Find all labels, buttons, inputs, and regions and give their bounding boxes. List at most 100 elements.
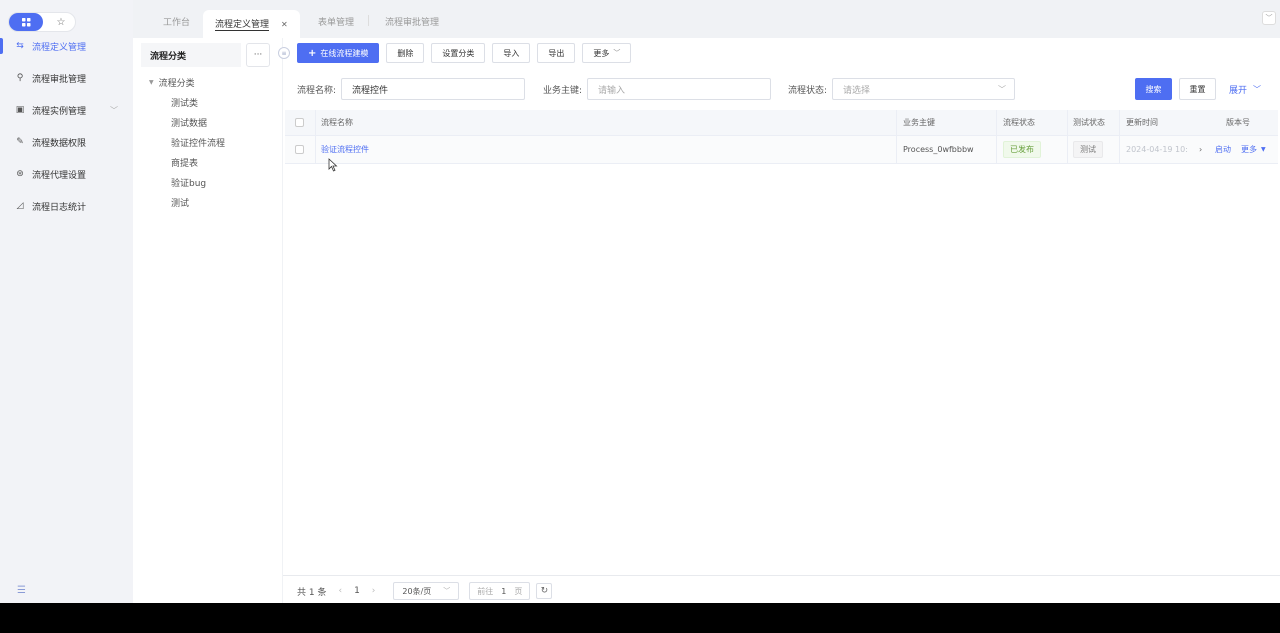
column-header: 流程名称 <box>321 118 353 127</box>
tab-label: 表单管理 <box>318 17 355 28</box>
expand-filters-button[interactable]: 展开 ﹀ <box>1229 78 1261 100</box>
search-button[interactable]: 搜索 <box>1135 78 1172 100</box>
nav-item-log-statistics[interactable]: ◿ 流程日志统计 <box>0 196 133 216</box>
select-all-checkbox[interactable] <box>295 110 304 135</box>
nav-item-data-permission[interactable]: ✎ 流程数据权限 <box>0 132 133 152</box>
chart-icon: ◿ <box>16 201 24 211</box>
nav-item-label: 流程实例管理 <box>32 106 87 117</box>
goto-page-input[interactable]: 1 <box>501 587 506 596</box>
test-status-badge: 测试 <box>1073 136 1103 163</box>
goto-page[interactable]: 前往 1 页 <box>469 582 531 600</box>
tab-process-definition[interactable]: 流程定义管理 ✕ <box>203 10 300 38</box>
name-filter-input[interactable]: 流程控件 <box>341 78 526 100</box>
toolbar: + 在线流程建模 删除 设置分类 导入 导出 更多 ﹀ <box>297 43 632 63</box>
set-category-button[interactable]: 设置分类 <box>431 43 486 63</box>
tree-node[interactable]: 验证控件流程 <box>171 136 225 149</box>
tab-divider <box>368 15 369 26</box>
grid-icon[interactable] <box>9 13 43 31</box>
collapse-panel-icon[interactable]: ≡ <box>278 47 290 59</box>
chevron-right-icon[interactable]: › <box>372 586 376 596</box>
nav-item-process-definition[interactable]: ⇆ 流程定义管理 <box>0 36 133 56</box>
tab-form-management[interactable]: 表单管理 <box>318 10 354 32</box>
edit-icon: ✎ <box>16 137 24 147</box>
caret-down-icon: ▼ <box>1261 146 1266 153</box>
category-title: 流程分类 <box>141 43 241 67</box>
tree-node[interactable]: 测试 <box>171 196 189 209</box>
column-header: 测试状态 <box>1073 118 1105 127</box>
flow-icon: ⇆ <box>16 41 24 51</box>
refresh-icon[interactable]: ↻ <box>536 583 553 599</box>
import-button[interactable]: 导入 <box>492 43 531 63</box>
nav-item-process-instance[interactable]: ▣ 流程实例管理 ﹀ <box>0 100 133 120</box>
chevron-left-icon[interactable]: ‹ <box>338 586 342 596</box>
updated-time: 2024-04-19 10: <box>1126 145 1188 154</box>
caret-down-icon[interactable]: ▼ <box>149 79 154 86</box>
nav-mode-switch[interactable]: ☆ <box>8 12 76 32</box>
tree-node[interactable]: 验证bug <box>171 176 206 189</box>
column-header: 版本号 <box>1226 118 1250 127</box>
name-filter-label: 流程名称: <box>297 85 337 96</box>
button-label: 在线流程建模 <box>320 48 369 58</box>
delete-button[interactable]: 删除 <box>386 43 425 63</box>
tree-root[interactable]: ▼ 流程分类 <box>149 76 195 89</box>
nav-item-label: 流程数据权限 <box>32 138 87 149</box>
tab-label: 工作台 <box>163 17 191 28</box>
status-filter-label: 流程状态: <box>788 85 828 96</box>
star-icon[interactable]: ☆ <box>51 13 71 31</box>
nav-item-label: 流程审批管理 <box>32 74 87 85</box>
chevron-down-icon: ﹀ <box>613 49 621 57</box>
nav-item-process-approval[interactable]: ⚲ 流程审批管理 <box>0 68 133 88</box>
table-row: 验证流程控件 Process_0wfbbbw 已发布 测试 2024-04-19… <box>285 136 1278 164</box>
page-size-select[interactable]: 20条/页 ﹀ <box>393 582 460 600</box>
stamp-icon: ⚲ <box>16 73 24 83</box>
select-placeholder: 请选择 <box>843 85 871 96</box>
table-header: 流程名称 业务主键 流程状态 测试状态 更新时间 版本号 <box>285 110 1278 136</box>
chevron-right-icon[interactable]: › <box>1199 136 1202 163</box>
tree-root-label: 流程分类 <box>158 79 195 89</box>
nav-item-proxy-settings[interactable]: ⊛ 流程代理设置 <box>0 164 133 184</box>
more-dropdown-button[interactable]: 更多 ﹀ <box>582 43 632 63</box>
name-filter: 流程名称: 流程控件 <box>297 78 526 100</box>
plus-icon: + <box>308 47 317 59</box>
fold-menu-icon[interactable]: ☰ <box>17 585 26 596</box>
chevron-down-icon: ﹀ <box>1253 84 1262 94</box>
tree-node[interactable]: 商提表 <box>171 156 198 169</box>
category-panel: 流程分类 ··· ▼ 流程分类 测试类 测试数据 验证控件流程 商提表 验证bu… <box>133 38 282 603</box>
main-content: + 在线流程建模 删除 设置分类 导入 导出 更多 ﹀ 流程名称: 流程控件 业… <box>283 38 1280 603</box>
tab-label: 流程定义管理 <box>215 17 270 31</box>
more-actions-link[interactable]: 更多 ▼ <box>1241 136 1266 163</box>
side-nav: ☆ ⇆ 流程定义管理 ⚲ 流程审批管理 ▣ 流程实例管理 ﹀ ✎ 流程数据权限 … <box>0 0 133 603</box>
key-filter-input[interactable]: 请输入 <box>587 78 772 100</box>
chevron-down-icon: ﹀ <box>443 587 451 595</box>
divider <box>283 575 1280 576</box>
mouse-cursor-icon <box>328 158 338 175</box>
column-header: 更新时间 <box>1126 118 1158 127</box>
key-filter-label: 业务主键: <box>543 85 583 96</box>
expand-label: 展开 <box>1229 85 1248 96</box>
tab-workbench[interactable]: 工作台 <box>163 10 190 32</box>
nav-item-label: 流程日志统计 <box>32 202 87 213</box>
process-table: 流程名称 业务主键 流程状态 测试状态 更新时间 版本号 验证流程控件 Proc… <box>285 110 1278 164</box>
chevron-down-icon[interactable]: ﹀ <box>1262 11 1276 25</box>
more-icon[interactable]: ··· <box>246 43 270 67</box>
nav-item-label: 流程代理设置 <box>32 170 87 181</box>
start-action-link[interactable]: 启动 <box>1215 136 1231 163</box>
current-page[interactable]: 1 <box>354 586 360 596</box>
chevron-down-icon: ﹀ <box>110 105 118 115</box>
key-filter: 业务主键: 请输入 <box>543 78 772 100</box>
row-checkbox[interactable] <box>295 136 304 163</box>
reset-button[interactable]: 重置 <box>1179 78 1216 100</box>
bottom-bar <box>0 603 1280 633</box>
tree-node[interactable]: 测试类 <box>171 96 198 109</box>
status-filter-select[interactable]: 请选择 ﹀ <box>832 78 1016 100</box>
total-count: 共 1 条 <box>297 587 327 598</box>
tree-node[interactable]: 测试数据 <box>171 116 207 129</box>
new-model-button[interactable]: + 在线流程建模 <box>297 43 380 63</box>
process-key: Process_0wfbbbw <box>903 145 974 154</box>
instance-icon: ▣ <box>15 105 25 115</box>
proxy-icon: ⊛ <box>16 169 24 179</box>
tab-process-approval[interactable]: 流程审批管理 <box>385 10 439 32</box>
export-button[interactable]: 导出 <box>537 43 576 63</box>
tab-label: 流程审批管理 <box>385 17 440 28</box>
close-icon[interactable]: ✕ <box>281 20 288 29</box>
